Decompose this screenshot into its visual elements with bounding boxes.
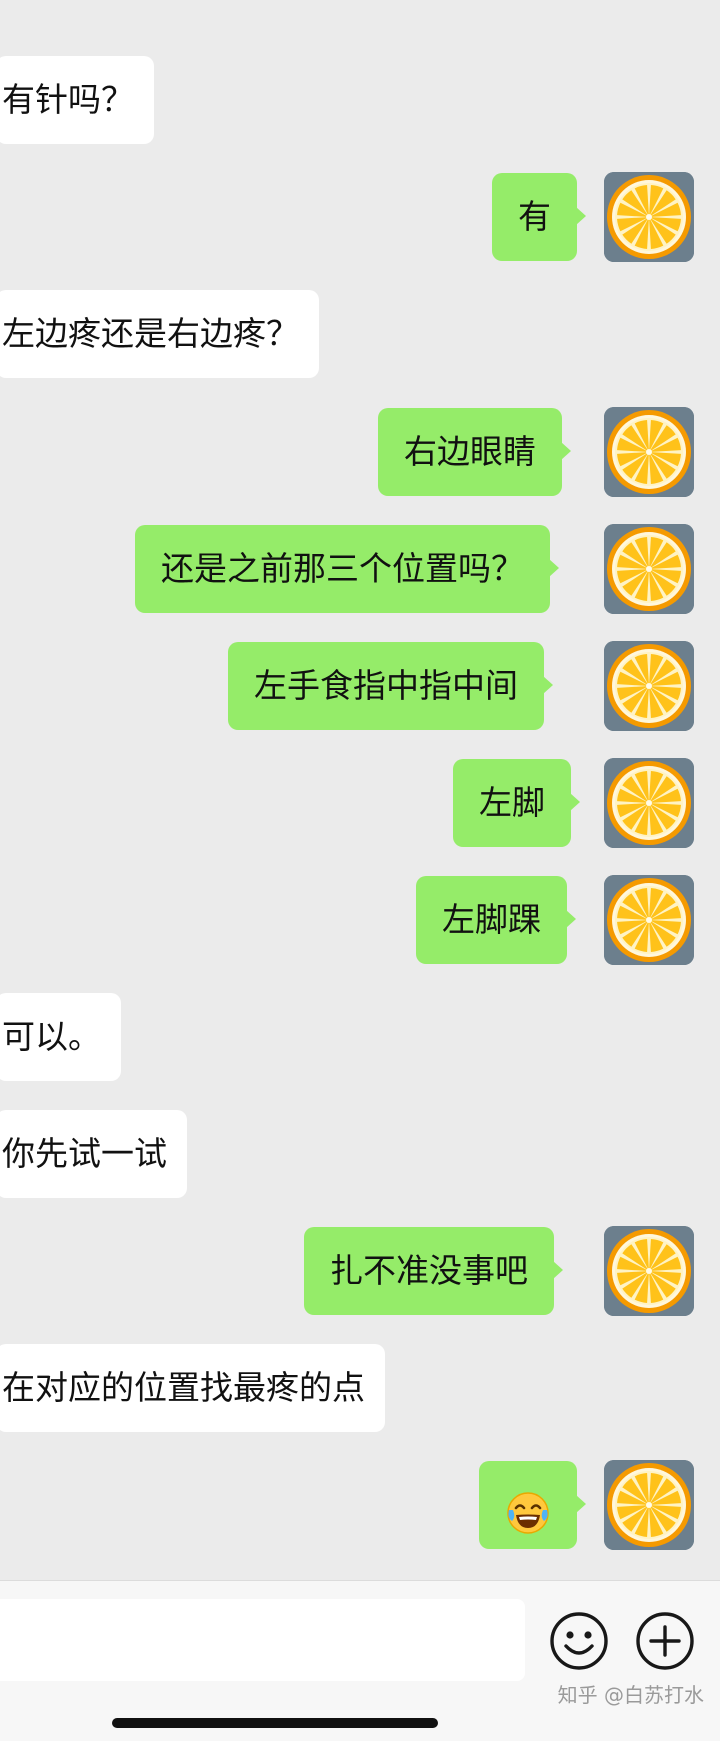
avatar[interactable] [604,407,694,497]
message-sent[interactable]: 左脚踝 [416,876,576,964]
message-received[interactable]: 你先试一试 [0,1110,187,1198]
message-text: 在对应的位置找最疼的点 [2,1368,365,1407]
smiley-icon[interactable] [548,1610,610,1672]
message-text: 有 [518,197,551,236]
message-sent[interactable]: 左手食指中指中间 [228,642,553,730]
message-sent[interactable]: 右边眼睛 [378,408,571,496]
message-text: 还是之前那三个位置吗？ [161,549,524,588]
home-indicator [112,1718,438,1728]
orange-slice-avatar [604,641,694,731]
message-text: 可以。 [2,1017,101,1056]
message-sent[interactable]: 有 [492,173,586,261]
avatar[interactable] [604,758,694,848]
avatar[interactable] [604,172,694,262]
message-sent[interactable]: 扎不准没事吧 [304,1227,563,1315]
message-received[interactable]: 可以。 [0,993,121,1081]
message-text: 有针吗？ [2,80,134,119]
message-received[interactable]: 左边疼还是右边疼？ [0,290,319,378]
message-text: 左脚踝 [442,900,541,939]
message-text: 左脚 [479,783,545,822]
orange-slice-avatar [604,1460,694,1550]
message-text: 你先试一试 [2,1134,167,1173]
message-received[interactable]: 有针吗？ [0,56,154,144]
message-sent[interactable] [479,1461,586,1549]
orange-slice-avatar [604,1226,694,1316]
orange-slice-avatar [604,524,694,614]
message-text: 扎不准没事吧 [330,1251,528,1290]
message-sent[interactable]: 还是之前那三个位置吗？ [135,525,559,613]
avatar[interactable] [604,524,694,614]
message-sent[interactable]: 左脚 [453,759,580,847]
avatar[interactable] [604,1226,694,1316]
avatar[interactable] [604,875,694,965]
message-text: 右边眼睛 [404,432,536,471]
message-text: 左边疼还是右边疼？ [2,314,299,353]
input-bar: 知乎 @白苏打水 [0,1580,720,1741]
tears-of-joy-emoji [505,1481,551,1534]
orange-slice-avatar [604,172,694,262]
orange-slice-avatar [604,407,694,497]
avatar[interactable] [604,641,694,731]
watermark: 知乎 @白苏打水 [557,1683,704,1707]
avatar[interactable] [604,1460,694,1550]
message-received[interactable]: 在对应的位置找最疼的点 [0,1344,385,1432]
plus-circle-icon[interactable] [634,1610,696,1672]
orange-slice-avatar [604,758,694,848]
message-input[interactable] [0,1599,525,1681]
orange-slice-avatar [604,875,694,965]
message-text: 左手食指中指中间 [254,666,518,705]
chat-message-list[interactable]: 有针吗？ 有 左边疼还是右边疼？ 右边眼睛 还是之前那三个位置吗？ 左手食指中指… [0,0,720,1580]
